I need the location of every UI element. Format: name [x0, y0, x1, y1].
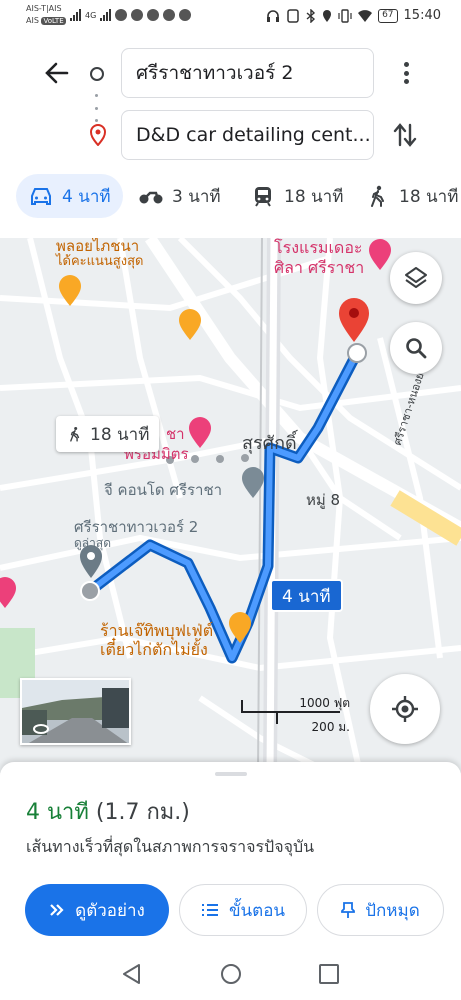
mode-tab-walking[interactable]: 18 นาที: [365, 174, 458, 218]
double-chevron-icon: [50, 904, 64, 916]
pin-icon: [341, 902, 356, 918]
mode-tab-motorcycle[interactable]: 3 นาที: [138, 174, 221, 218]
directions-header: ศรีราชาทาวเวอร์ 2 D&D car detailing cent…: [0, 34, 461, 238]
vibrate-icon: [338, 8, 352, 23]
walk-icon: [70, 426, 80, 442]
transit-icon: [255, 187, 271, 207]
route-duration: 4 นาที: [26, 800, 89, 825]
pin-button[interactable]: ปักหมุด: [317, 884, 444, 936]
status-icons-right: 67 15:40: [266, 8, 441, 23]
bluetooth-icon: [306, 8, 316, 23]
drag-handle[interactable]: [215, 772, 247, 776]
carrier-2: AIS VoLTE: [26, 16, 66, 25]
map-label-origin-sub: ดูล่าสุด: [74, 536, 112, 550]
mode-tab-transit[interactable]: 18 นาที: [250, 174, 343, 218]
location-icon: [323, 9, 332, 22]
route-distance: (1.7 กม.): [95, 800, 190, 825]
map-label-hotel-line2: ศิลา ศรีราชา: [274, 258, 365, 277]
carrier-1: AIS-T|AIS: [26, 4, 62, 13]
network-type: 4G: [85, 10, 97, 20]
back-arrow-icon[interactable]: [42, 58, 72, 88]
headphones-icon: [267, 9, 280, 22]
walk-icon: [371, 185, 384, 207]
nav-recents-icon[interactable]: [318, 963, 340, 985]
mode-tab-driving[interactable]: 4 นาที: [16, 174, 123, 218]
facebook-icon: [115, 9, 128, 21]
carrier-2-name: AIS: [26, 16, 39, 25]
steps-label: ขั้นตอน: [228, 900, 286, 921]
signal-icon-2: [100, 9, 112, 21]
status-bar: AIS-T|AIS AIS VoLTE 4G 67 15:40: [0, 0, 461, 34]
preview-button[interactable]: ดูตัวอย่าง: [25, 884, 169, 936]
messenger-icon: [179, 9, 192, 21]
motorcycle-icon: [139, 191, 163, 204]
route-summary: 4 นาที (1.7 กม.): [26, 794, 190, 829]
mode-tab-label: 3 นาที: [172, 186, 221, 207]
volte-badge: VoLTE: [41, 17, 66, 25]
map-label-restaurant-line2: เตี๋ยวไก่ตักไม่ยั้ง: [100, 640, 208, 659]
route-dots-icon: [95, 94, 99, 122]
layers-button[interactable]: [390, 252, 442, 304]
system-nav-bar: [0, 950, 461, 1000]
my-location-button[interactable]: [370, 674, 440, 744]
map-label-area: สุรศักดิ์: [242, 433, 297, 454]
status-icons-left: 4G: [70, 9, 192, 21]
layers-icon: [405, 267, 427, 288]
scale-meters: 200 ม.: [311, 720, 350, 734]
wifi-icon: [358, 9, 373, 22]
map-label-moo8: หมู่ 8: [306, 491, 341, 509]
travel-mode-tabs: 4 นาที 3 นาที 18 นาที 18 นาที: [0, 174, 461, 220]
car-icon: [31, 188, 51, 205]
clock: 15:40: [403, 8, 441, 23]
mode-tab-label: 18 นาที: [284, 186, 344, 207]
my-location-icon: [392, 696, 418, 722]
rotate-360-icon: [33, 724, 49, 734]
mode-tab-label: 18 นาที: [399, 186, 459, 207]
more-options-icon[interactable]: [394, 60, 418, 86]
nav-home-icon[interactable]: [219, 962, 243, 986]
preview-label: ดูตัวอย่าง: [75, 900, 145, 921]
map-view[interactable]: พลอยไภชนา ได้คะแนนสูงสุด โรงแรมเดอะ ศิลา…: [0, 238, 461, 773]
mode-tab-label: 4 นาที: [62, 186, 111, 207]
search-icon: [406, 338, 427, 359]
line-icon-2: [147, 9, 160, 21]
route-description: เส้นทางเร็วที่สุดในสภาพการจราจรปัจจุบัน: [26, 837, 315, 856]
line-icon: [131, 9, 144, 21]
origin-dot-icon: [90, 67, 104, 81]
steps-button[interactable]: ขั้นตอน: [179, 884, 307, 936]
map-label-rating: ได้คะแนนสูงสุด: [56, 254, 144, 269]
nav-back-icon[interactable]: [121, 962, 143, 986]
search-along-route-button[interactable]: [390, 322, 442, 374]
map-label-condo[interactable]: จี คอนโด ศรีราชา: [104, 478, 222, 502]
destination-field[interactable]: D&D car detailing cent...: [121, 110, 374, 160]
pin-label: ปักหมุด: [365, 900, 420, 921]
battery-level: 67: [378, 8, 398, 23]
list-icon: [201, 904, 218, 916]
destination-pin-icon: [89, 124, 107, 146]
origin-field[interactable]: ศรีราชาทาวเวอร์ 2: [121, 48, 374, 98]
map-scale: 1000 ฟุต 200 ม.: [240, 694, 360, 734]
nfc-icon: [287, 8, 299, 23]
signal-icon: [70, 9, 81, 21]
walk-time-label: 18 นาที: [90, 424, 150, 445]
street-view-thumbnail[interactable]: [20, 678, 131, 745]
scale-feet: 1000 ฟุต: [299, 696, 350, 710]
line-icon-3: [163, 9, 176, 21]
route-summary-sheet[interactable]: 4 นาที (1.7 กม.) เส้นทางเร็วที่สุดในสภาพ…: [0, 762, 461, 950]
screen: AIS-T|AIS AIS VoLTE 4G 67 15:40 ศรีราชาท…: [0, 0, 461, 1000]
walk-time-chip[interactable]: 18 นาที: [56, 416, 160, 452]
route-time-chip[interactable]: 4 นาที: [270, 579, 343, 612]
swap-icon[interactable]: [390, 120, 420, 150]
